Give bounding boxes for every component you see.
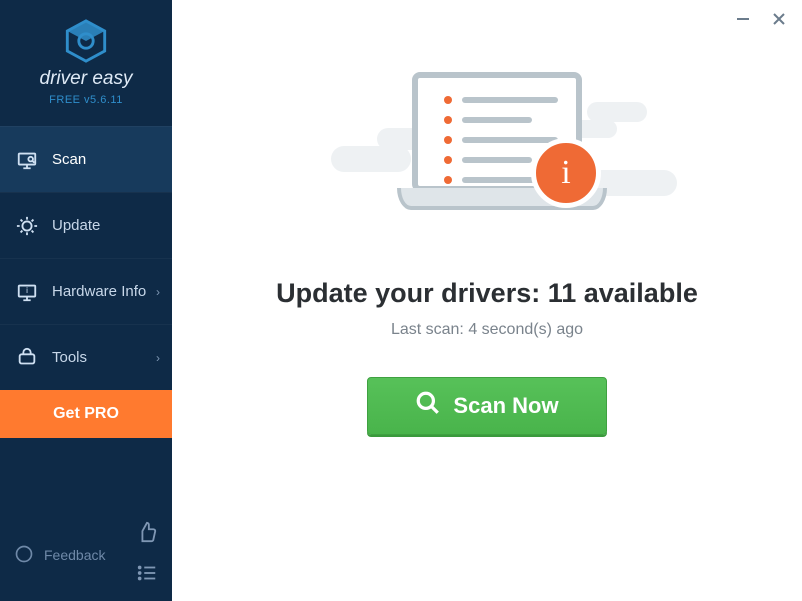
list-icon[interactable] [136, 562, 158, 589]
update-icon [16, 215, 38, 237]
sidebar: driver easy FREE v5.6.11 Scan [0, 0, 172, 601]
hardware-info-icon: i [16, 281, 38, 303]
illustration: i [277, 62, 697, 262]
search-icon [415, 390, 441, 422]
sidebar-extra-icons [136, 521, 158, 589]
window-controls [734, 10, 788, 28]
close-button[interactable] [770, 10, 788, 28]
app-window: driver easy FREE v5.6.11 Scan [0, 0, 802, 601]
laptop-graphic: i [397, 72, 597, 214]
chevron-right-icon: › [156, 285, 160, 299]
sidebar-item-scan[interactable]: Scan [0, 126, 172, 192]
sidebar-item-label: Hardware Info [52, 283, 146, 300]
feedback-button[interactable]: Feedback [14, 544, 105, 567]
minimize-button[interactable] [734, 10, 752, 28]
sidebar-item-label: Scan [52, 151, 86, 168]
nav: Scan Update i Hardware [0, 126, 172, 390]
scan-now-label: Scan Now [453, 393, 558, 419]
feedback-icon [14, 544, 34, 567]
thumbs-up-icon[interactable] [136, 521, 158, 548]
info-badge-icon: i [531, 138, 601, 208]
scan-now-button[interactable]: Scan Now [367, 377, 607, 435]
get-pro-button[interactable]: Get PRO [0, 390, 172, 438]
sidebar-item-label: Update [52, 217, 100, 234]
sidebar-item-hardware-info[interactable]: i Hardware Info › [0, 258, 172, 324]
main-panel: i Update your drivers: 11 available Last… [172, 0, 802, 601]
sidebar-item-update[interactable]: Update [0, 192, 172, 258]
get-pro-label: Get PRO [53, 405, 119, 423]
headline: Update your drivers: 11 available [276, 278, 698, 309]
feedback-label: Feedback [44, 547, 105, 563]
scan-icon [16, 149, 38, 171]
logo-icon [63, 18, 109, 64]
sidebar-item-label: Tools [52, 349, 87, 366]
sidebar-item-tools[interactable]: Tools › [0, 324, 172, 390]
brand-block: driver easy FREE v5.6.11 [0, 0, 172, 114]
chevron-right-icon: › [156, 351, 160, 365]
svg-text:i: i [26, 285, 28, 294]
last-scan-text: Last scan: 4 second(s) ago [391, 321, 583, 339]
brand-name: driver easy [0, 68, 172, 90]
tools-icon [16, 347, 38, 369]
brand-version: FREE v5.6.11 [0, 94, 172, 106]
sidebar-bottom: Feedback [0, 511, 172, 601]
